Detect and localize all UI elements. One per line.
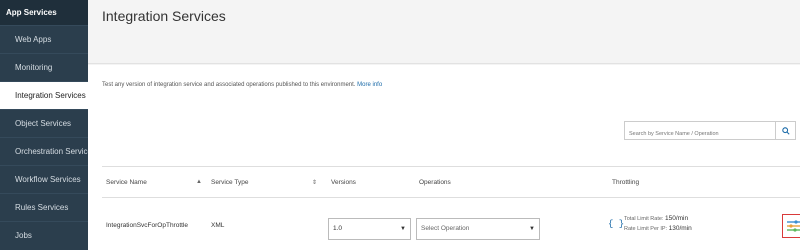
search-icon — [781, 126, 790, 135]
description-text: Test any version of integration service … — [102, 82, 356, 88]
total-limit-value: 150/min — [664, 215, 689, 222]
total-limit-label: Total Limit Rate: — [624, 216, 664, 222]
table-row: IntegrationSvcForOpThrottle XML 1.0 ▼ Se… — [102, 198, 800, 250]
sidebar-item-monitoring[interactable]: Monitoring — [0, 53, 88, 81]
sort-asc-icon[interactable]: ▲ — [196, 179, 202, 185]
search-input[interactable] — [625, 125, 773, 143]
main-panel: Integration Services Test any version of… — [88, 0, 800, 250]
header-operations: Operations — [419, 179, 451, 186]
search-box — [624, 121, 796, 143]
sidebar: App Services Web Apps Monitoring Integra… — [0, 0, 96, 250]
sidebar-item-jobs[interactable]: Jobs — [0, 221, 88, 249]
version-select[interactable]: 1.0 ▼ — [328, 218, 411, 240]
more-info-link[interactable]: More info — [357, 82, 382, 88]
sliders-icon — [787, 220, 800, 232]
header-throttling: Throttling — [612, 179, 640, 186]
sidebar-item-orchestration-services[interactable]: Orchestration Services — [0, 137, 96, 165]
header-service-name[interactable]: Service Name — [106, 179, 147, 186]
page-description: Test any version of integration service … — [102, 82, 382, 88]
sidebar-item-object-services[interactable]: Object Services — [0, 109, 88, 137]
cell-service-name: IntegrationSvcForOpThrottle — [106, 222, 189, 229]
code-braces-icon[interactable]: { } — [608, 219, 624, 229]
sidebar-item-rules-services[interactable]: Rules Services — [0, 193, 88, 221]
header-service-type[interactable]: Service Type — [211, 179, 248, 186]
version-value: 1.0 — [333, 225, 343, 232]
content-area: Test any version of integration service … — [88, 65, 800, 250]
per-ip-limit-label: Rate Limit Per IP: — [624, 226, 668, 232]
total-limit-line: Total Limit Rate: 150/min — [624, 214, 692, 224]
chevron-down-icon: ▼ — [400, 226, 406, 232]
header-versions: Versions — [331, 179, 356, 186]
per-ip-limit-line: Rate Limit Per IP: 130/min — [624, 224, 692, 234]
sidebar-item-web-apps[interactable]: Web Apps — [0, 25, 88, 53]
operation-value: Select Operation — [421, 225, 470, 232]
sidebar-item-workflow-services[interactable]: Workflow Services — [0, 165, 88, 193]
throttling-limits: Total Limit Rate: 150/min Rate Limit Per… — [624, 214, 692, 234]
search-button[interactable] — [775, 122, 795, 139]
operation-select[interactable]: Select Operation ▼ — [416, 218, 540, 240]
per-ip-limit-value: 130/min — [668, 225, 692, 232]
cell-service-type: XML — [211, 222, 225, 229]
page-title: Integration Services — [102, 8, 226, 24]
title-bar: Integration Services — [88, 0, 800, 64]
sort-both-icon[interactable]: ⇕ — [312, 179, 317, 186]
sidebar-heading: App Services — [0, 0, 88, 25]
throttle-settings-button[interactable] — [782, 214, 800, 238]
sidebar-item-integration-services[interactable]: Integration Services — [0, 81, 88, 109]
table-header: Service Name ▲ Service Type ⇕ Versions O… — [102, 166, 800, 198]
chevron-down-icon: ▼ — [529, 226, 535, 232]
